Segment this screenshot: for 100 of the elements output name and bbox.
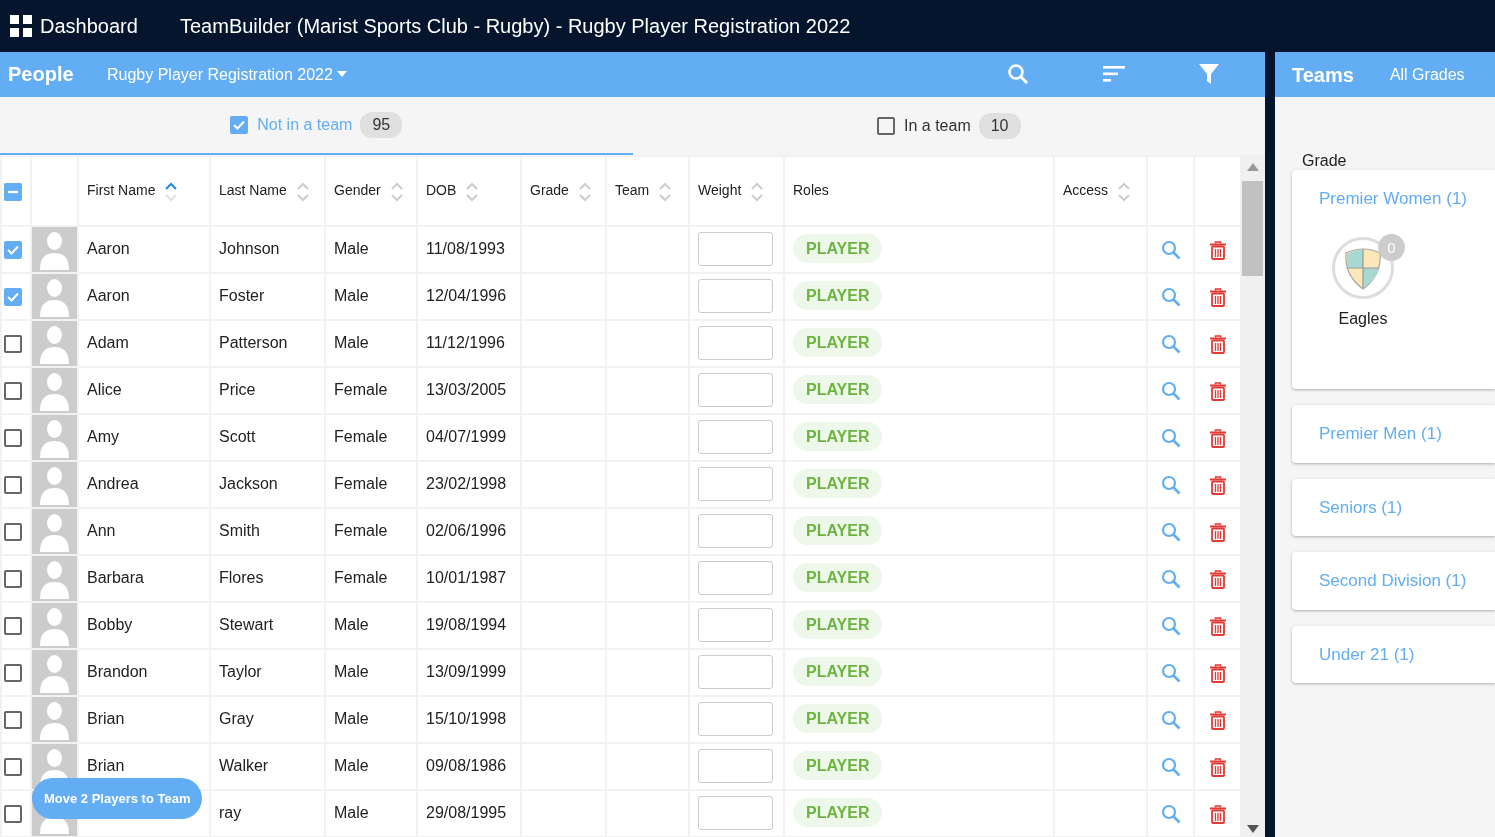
checkbox[interactable] [4,429,22,448]
delete-button[interactable] [1209,240,1226,260]
checkbox[interactable] [4,335,22,354]
checkbox[interactable] [4,711,22,730]
table-cell: 02/06/1996 [426,522,507,540]
search-button[interactable] [1007,63,1029,86]
grid-icon [10,15,32,37]
table-cell: Andrea [87,475,139,493]
search-button[interactable] [1160,475,1181,496]
checkbox[interactable] [4,805,22,824]
table-cell: Walker [219,757,269,775]
search-button[interactable] [1160,428,1181,449]
search-button[interactable] [1160,710,1181,731]
team-name[interactable]: Eagles [1338,307,1388,332]
role-tag: PLAYER [793,516,883,546]
weight-field[interactable] [698,702,773,737]
checkbox[interactable] [4,288,22,307]
column-header[interactable]: Grade [530,182,569,199]
weight-field[interactable] [698,279,773,314]
checkbox[interactable] [4,570,22,589]
weight-field[interactable] [698,467,773,502]
table-cell: Male [334,287,369,305]
table-cell: Male [334,710,369,728]
checkbox[interactable] [4,617,22,636]
table-cell: Patterson [219,334,288,352]
search-button[interactable] [1160,240,1181,261]
role-tag: PLAYER [793,375,883,405]
table-cell: Taylor [219,663,262,681]
checkbox[interactable] [4,382,22,401]
role-tag: PLAYER [793,422,883,452]
table-cell: Male [334,240,369,258]
delete-button[interactable] [1209,569,1226,589]
weight-field[interactable] [698,561,773,596]
weight-field[interactable] [698,655,773,690]
delete-button[interactable] [1209,287,1226,307]
table-cell: 09/08/1986 [426,757,507,775]
search-button[interactable] [1160,522,1181,543]
column-header[interactable]: Last Name [219,182,287,199]
column-header[interactable]: DOB [426,182,457,199]
column-header[interactable]: Gender [334,182,381,199]
delete-button[interactable] [1209,804,1226,824]
column-header[interactable]: Weight [698,182,742,199]
filter-button[interactable] [1199,64,1219,85]
delete-button[interactable] [1209,428,1226,448]
checkbox[interactable] [4,476,22,495]
search-button[interactable] [1160,381,1181,402]
table-cell: Foster [219,287,265,305]
checkbox[interactable] [4,758,22,777]
search-button[interactable] [1160,334,1181,355]
table-cell: ray [219,804,242,822]
table-cell: Female [334,475,388,493]
search-button[interactable] [1160,663,1181,684]
role-tag: PLAYER [793,610,883,640]
dashboard-menu[interactable]: Dashboard [0,11,180,41]
table-cell: Male [334,616,369,634]
table-cell: Johnson [219,240,280,258]
weight-field[interactable] [698,514,773,549]
table-cell: Brian [87,757,125,775]
delete-button[interactable] [1209,522,1226,542]
delete-button[interactable] [1209,475,1226,495]
search-button[interactable] [1160,287,1181,308]
checkbox[interactable] [4,664,22,683]
sort-button[interactable] [1103,66,1125,83]
search-button[interactable] [1160,569,1181,590]
column-header[interactable]: First Name [87,182,156,199]
caret-icon [336,71,347,78]
weight-field[interactable] [698,420,773,455]
weight-field[interactable] [698,326,773,361]
scrollbar-thumb[interactable] [1242,180,1263,276]
column-header[interactable]: Access [1063,182,1109,199]
scroll-up-icon[interactable] [1246,162,1259,171]
filter-tab[interactable]: In a team 10 [632,96,1265,155]
search-button[interactable] [1160,616,1181,637]
table-cell: Adam [87,334,129,352]
weight-field[interactable] [698,373,773,408]
delete-button[interactable] [1209,710,1226,730]
checkbox[interactable] [4,241,22,260]
search-button[interactable] [1160,804,1181,825]
column-header[interactable]: Team [615,182,650,199]
delete-button[interactable] [1209,663,1226,683]
delete-button[interactable] [1209,381,1226,401]
delete-button[interactable] [1209,334,1226,354]
filter-tab[interactable]: Not in a team 95 [0,96,633,155]
weight-field[interactable] [698,796,773,831]
weight-field[interactable] [698,749,773,784]
table-cell: 10/01/1987 [426,569,507,587]
table-cell: Barbara [87,569,144,587]
panel-title: People [8,62,75,88]
table-cell: Bobby [87,616,133,634]
delete-button[interactable] [1209,616,1226,636]
checkbox[interactable] [4,182,22,201]
weight-field[interactable] [698,232,773,267]
table-cell: Stewart [219,616,274,634]
delete-button[interactable] [1209,757,1226,777]
search-button[interactable] [1160,757,1181,778]
weight-field[interactable] [698,608,773,643]
scroll-down-icon[interactable] [1246,825,1259,833]
scrollbar[interactable] [1240,154,1265,837]
checkbox[interactable] [4,523,22,542]
table-cell: 12/04/1996 [426,287,507,305]
